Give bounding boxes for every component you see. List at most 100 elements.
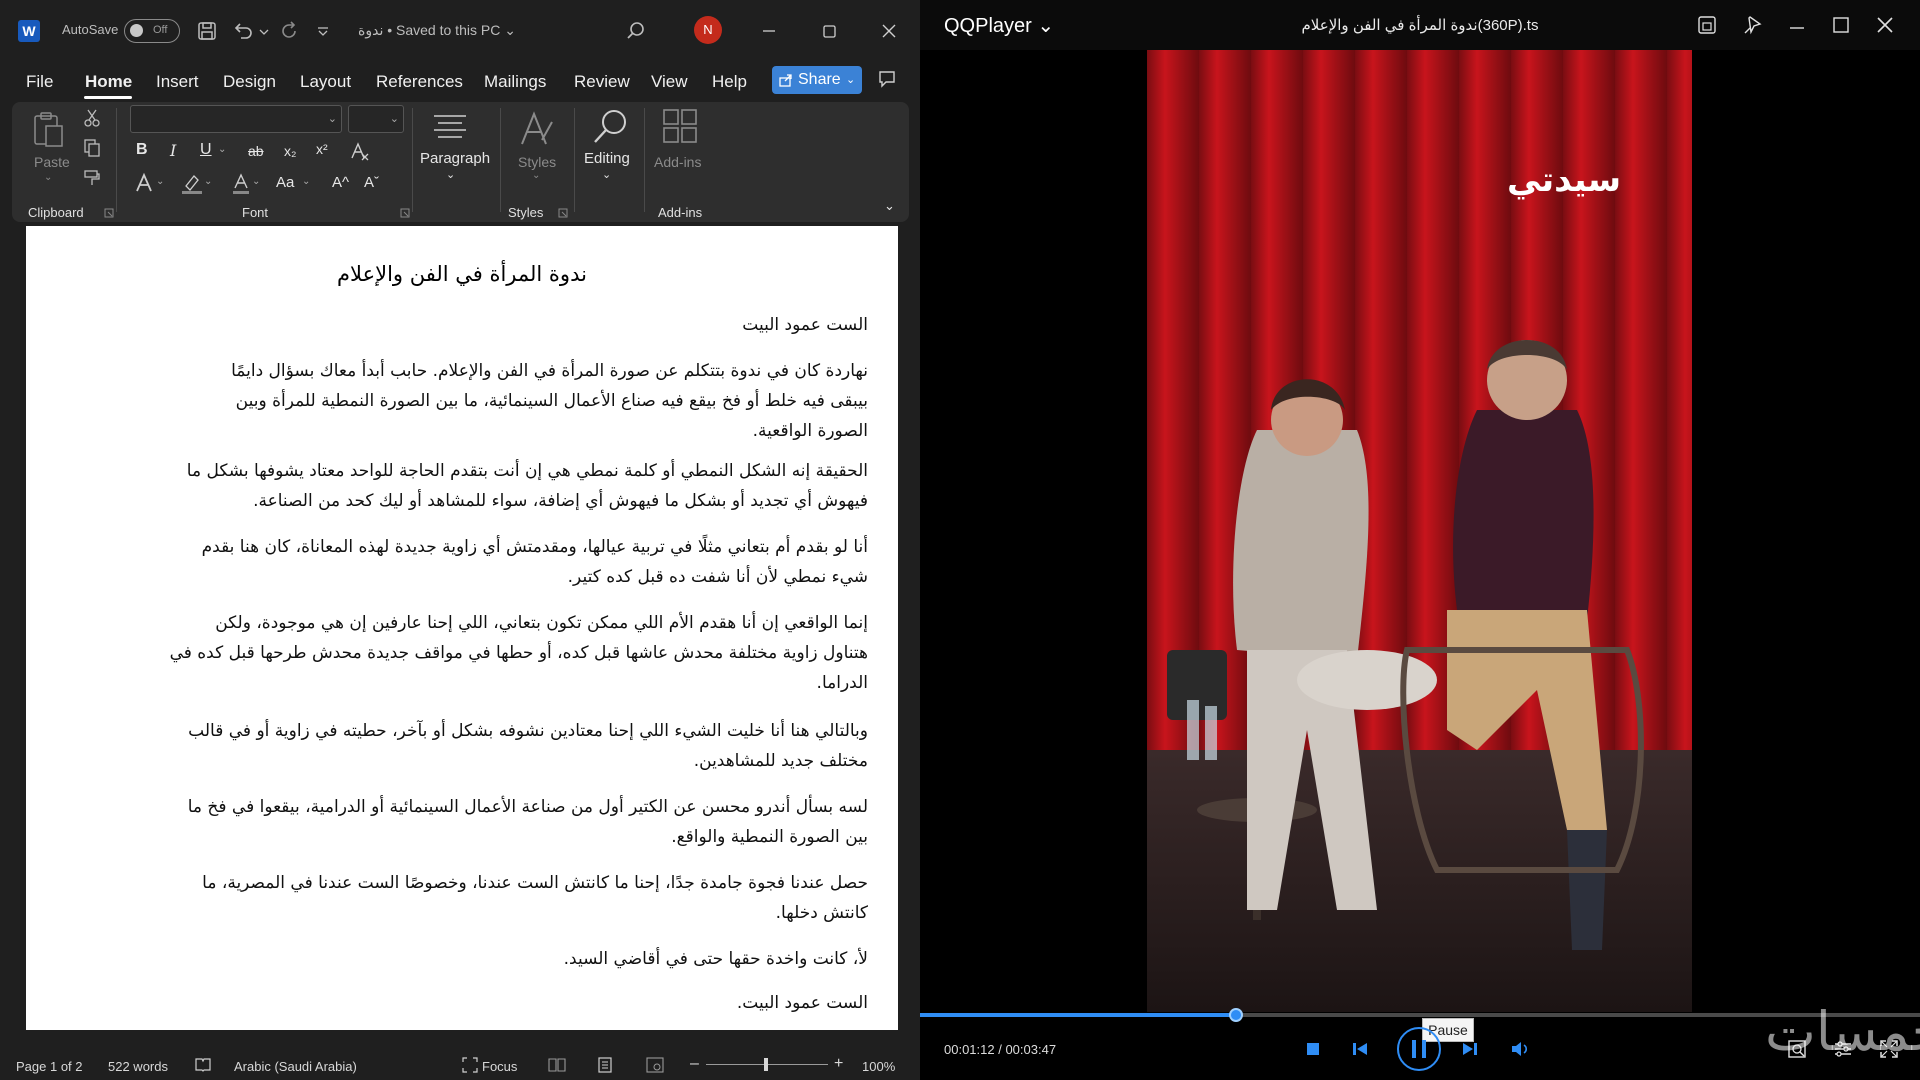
- zoom-out-icon[interactable]: –: [690, 1055, 699, 1073]
- paste-label[interactable]: Paste: [34, 154, 70, 170]
- font-name-select[interactable]: ⌄: [130, 105, 342, 133]
- highlight-dropdown-icon[interactable]: ⌄: [204, 176, 212, 187]
- focus-label[interactable]: Focus: [482, 1059, 517, 1074]
- styles-icon[interactable]: [518, 110, 556, 150]
- tab-references[interactable]: References: [376, 72, 463, 92]
- player-minimize-icon[interactable]: [1786, 14, 1808, 36]
- bold-button[interactable]: B: [136, 141, 148, 159]
- format-painter-icon[interactable]: [82, 168, 102, 188]
- shrink-font-button[interactable]: Aˇ: [364, 174, 379, 191]
- strikethrough-button[interactable]: ab: [248, 143, 264, 159]
- font-size-select[interactable]: ⌄: [348, 105, 404, 133]
- highlight-icon[interactable]: [180, 172, 204, 194]
- tab-view[interactable]: View: [651, 72, 688, 92]
- language-indicator[interactable]: Arabic (Saudi Arabia): [234, 1059, 357, 1074]
- volume-icon[interactable]: [1510, 1040, 1532, 1058]
- copy-icon[interactable]: [82, 138, 102, 158]
- underline-dropdown-icon[interactable]: ⌄: [218, 144, 226, 155]
- word-count[interactable]: 522 words: [108, 1059, 168, 1074]
- next-icon[interactable]: [1460, 1040, 1480, 1058]
- save-icon[interactable]: [196, 20, 218, 42]
- tab-insert[interactable]: Insert: [156, 72, 199, 92]
- clear-formatting-icon[interactable]: [348, 140, 370, 162]
- close-icon[interactable]: [876, 18, 902, 44]
- web-layout-icon[interactable]: [646, 1057, 664, 1073]
- text-effects-icon[interactable]: [134, 172, 158, 194]
- zoom-in-icon[interactable]: +: [834, 1055, 843, 1073]
- progress-knob[interactable]: [1229, 1008, 1243, 1022]
- customize-qat-icon[interactable]: [316, 20, 330, 42]
- autosave-toggle[interactable]: Off: [124, 19, 180, 43]
- redo-icon[interactable]: [278, 20, 300, 42]
- tab-home[interactable]: Home: [85, 72, 132, 92]
- editing-button[interactable]: Editing: [584, 150, 630, 167]
- font-launcher-icon[interactable]: [400, 208, 410, 218]
- video-frame[interactable]: سيدتي: [1147, 50, 1692, 1012]
- underline-button[interactable]: U: [200, 141, 212, 159]
- playback-time: 00:01:12 / 00:03:47: [944, 1042, 1057, 1057]
- print-layout-icon[interactable]: [598, 1057, 612, 1073]
- paragraph-icon[interactable]: [432, 112, 468, 142]
- screenshot-icon[interactable]: [1696, 14, 1718, 36]
- tab-review[interactable]: Review: [574, 72, 630, 92]
- font-color-icon[interactable]: [230, 172, 252, 194]
- cut-icon[interactable]: [82, 108, 102, 128]
- zoom-level[interactable]: 100%: [862, 1059, 895, 1074]
- addins-icon[interactable]: [662, 108, 700, 146]
- minimize-icon[interactable]: [756, 18, 782, 44]
- focus-icon[interactable]: [462, 1057, 478, 1073]
- document-title[interactable]: ندوة • Saved to this PC ⌄: [358, 22, 516, 39]
- paste-dropdown-icon[interactable]: ⌄: [44, 172, 52, 183]
- change-case-button[interactable]: Aa: [276, 174, 294, 191]
- document-paragraph: الست عمود البيت: [742, 315, 868, 335]
- word-window: W AutoSave Off ندوة • Saved to this PC ⌄…: [0, 0, 920, 1080]
- tab-file[interactable]: File: [26, 72, 53, 92]
- stop-icon[interactable]: [1304, 1040, 1322, 1058]
- italic-button[interactable]: I: [170, 141, 176, 160]
- maximize-icon[interactable]: [816, 18, 842, 44]
- pause-button[interactable]: [1396, 1026, 1442, 1072]
- previous-icon[interactable]: [1350, 1040, 1370, 1058]
- zoom-slider-thumb[interactable]: [764, 1058, 768, 1071]
- addins-group-label: Add-ins: [658, 205, 703, 220]
- styles-button[interactable]: Styles: [518, 154, 556, 170]
- player-app-menu[interactable]: QQPlayer ⌄: [944, 13, 1054, 38]
- addins-button[interactable]: Add-ins: [654, 154, 701, 170]
- tab-design[interactable]: Design: [223, 72, 276, 92]
- player-maximize-icon[interactable]: [1830, 14, 1852, 36]
- read-mode-icon[interactable]: [548, 1057, 566, 1073]
- editing-search-icon[interactable]: [590, 108, 630, 146]
- proofing-icon[interactable]: [194, 1057, 212, 1073]
- comments-icon[interactable]: [876, 68, 898, 90]
- paragraph-dropdown-icon[interactable]: ⌄: [446, 168, 455, 181]
- styles-launcher-icon[interactable]: [558, 208, 568, 218]
- tab-help[interactable]: Help: [712, 72, 747, 92]
- tab-mailings[interactable]: Mailings: [484, 72, 546, 92]
- styles-dropdown-icon[interactable]: ⌄: [532, 170, 540, 181]
- page-count[interactable]: Page 1 of 2: [16, 1059, 83, 1074]
- collapse-ribbon-icon[interactable]: ⌄: [884, 198, 895, 214]
- grow-font-button[interactable]: A^: [332, 174, 349, 191]
- change-case-dropdown-icon[interactable]: ⌄: [302, 176, 310, 187]
- styles-group-label: Styles: [508, 205, 544, 220]
- autosave-state: Off: [153, 24, 168, 36]
- undo-icon[interactable]: [232, 20, 254, 42]
- clipboard-launcher-icon[interactable]: [104, 208, 114, 218]
- text-effects-dropdown-icon[interactable]: ⌄: [156, 176, 164, 187]
- zoom-slider[interactable]: [706, 1058, 828, 1071]
- paste-icon[interactable]: [32, 110, 66, 150]
- font-name-dropdown-icon: ⌄: [327, 113, 337, 125]
- search-icon[interactable]: [625, 20, 647, 42]
- pin-icon[interactable]: [1742, 14, 1764, 36]
- avatar[interactable]: N: [694, 16, 722, 44]
- subscript-button[interactable]: x₂: [284, 143, 296, 159]
- document-page[interactable]: ندوة المرأة في الفن والإعلام الست عمود ا…: [26, 226, 898, 1030]
- editing-dropdown-icon[interactable]: ⌄: [602, 168, 611, 181]
- tab-layout[interactable]: Layout: [300, 72, 351, 92]
- share-button[interactable]: Share ⌄: [772, 66, 862, 94]
- font-color-dropdown-icon[interactable]: ⌄: [252, 176, 260, 187]
- player-close-icon[interactable]: [1874, 14, 1896, 36]
- superscript-button[interactable]: x²: [316, 141, 328, 157]
- undo-dropdown-icon[interactable]: [258, 20, 270, 42]
- paragraph-button[interactable]: Paragraph: [420, 150, 490, 167]
